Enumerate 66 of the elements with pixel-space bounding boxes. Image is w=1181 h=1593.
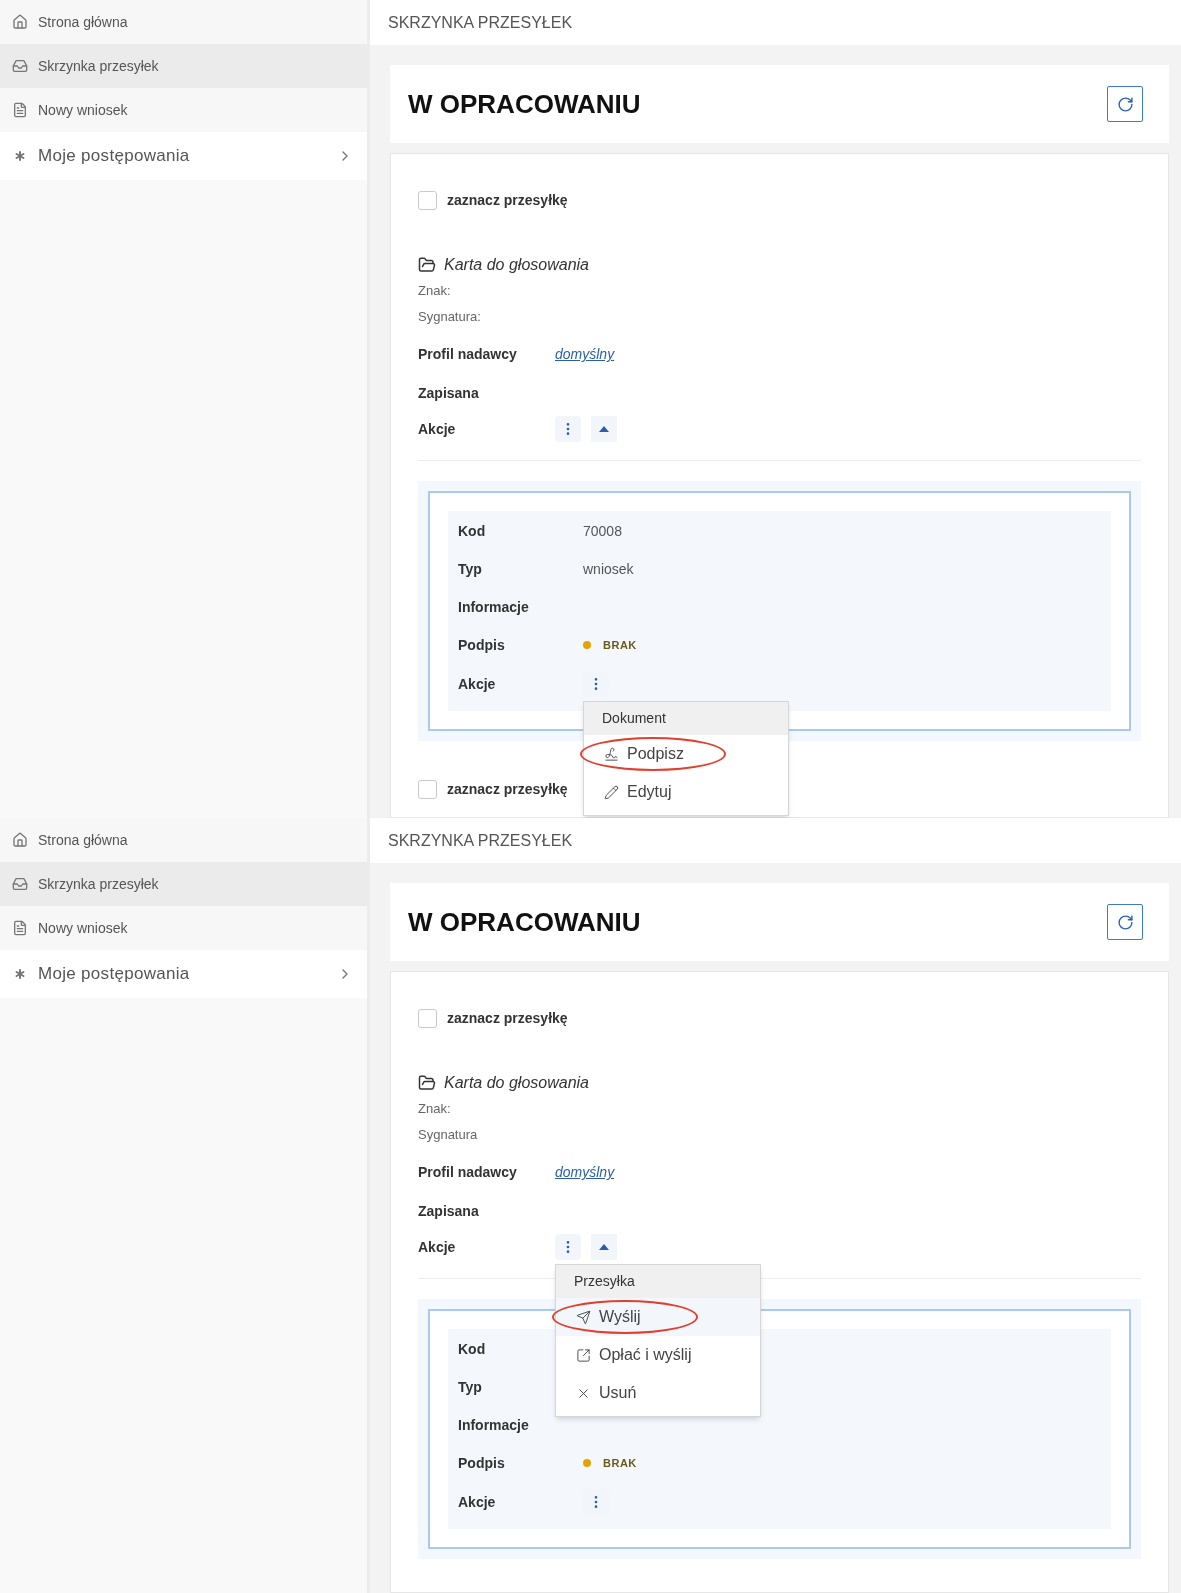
sidebar-item[interactable]: Moje postępowania [0, 950, 367, 998]
caret-up-icon [599, 426, 609, 432]
menu-header: Przesyłka [556, 1265, 760, 1298]
home-icon [12, 832, 28, 848]
profile-link[interactable]: domyślny [555, 344, 615, 365]
menu-item[interactable]: Edytuj [584, 773, 788, 811]
field-label: Profil nadawcy [418, 345, 518, 364]
detail-value: wniosek [583, 559, 634, 579]
status-text: Zapisana [418, 1202, 480, 1221]
signature-icon [604, 746, 619, 762]
section-title: W OPRACOWANIU [408, 87, 641, 121]
detail-label: Kod [458, 521, 487, 541]
detail-label: Kod [458, 1339, 487, 1359]
document-icon [12, 102, 28, 118]
sign-label: Znak: [418, 282, 452, 300]
folder-icon [418, 256, 436, 274]
detail-label: Informacje [458, 597, 530, 617]
entry-title: Karta do głosowania [444, 255, 589, 275]
field-label: Akcje [418, 1237, 457, 1257]
sidebar-item[interactable]: Skrzynka przesyłek [0, 44, 367, 88]
more-button[interactable] [555, 1234, 581, 1260]
refresh-icon [1116, 913, 1134, 931]
menu-item[interactable]: Wyślij [556, 1298, 760, 1336]
sidebar-item[interactable]: Moje postępowania [0, 132, 367, 180]
checkbox[interactable] [418, 1009, 437, 1028]
detail-label: Typ [458, 1377, 483, 1397]
checkbox-label: zaznacz przesyłkę [447, 780, 568, 799]
refresh-icon [1116, 95, 1134, 113]
detail-value: 70008 [583, 521, 622, 541]
sidebar-item[interactable]: Skrzynka przesyłek [0, 862, 367, 906]
detail-label: Podpis [458, 635, 506, 655]
signature-label: Sygnatura [418, 1125, 479, 1144]
detail-label: Typ [458, 559, 483, 579]
profile-link[interactable]: domyślny [555, 1162, 615, 1183]
signature-label: Sygnatura: [418, 307, 482, 326]
inbox-icon [12, 58, 28, 74]
detail-label: Informacje [458, 1415, 530, 1435]
section-title: W OPRACOWANIU [408, 905, 641, 939]
checkbox[interactable] [418, 780, 437, 799]
status-label: BRAK [603, 1455, 637, 1471]
collapse-button[interactable] [591, 1234, 617, 1260]
sign-label: Znak: [418, 1100, 452, 1118]
checkbox[interactable] [418, 191, 437, 210]
caret-up-icon [599, 1244, 609, 1250]
entry-title: Karta do głosowania [444, 1073, 589, 1093]
field-label: Profil nadawcy [418, 1163, 518, 1182]
status-text: Zapisana [418, 384, 480, 403]
checkbox-label: zaznacz przesyłkę [447, 1009, 568, 1028]
field-label: Akcje [418, 419, 457, 439]
detail-label: Akcje [458, 674, 497, 694]
send-icon [576, 1309, 591, 1325]
detail-label: Podpis [458, 1453, 506, 1473]
pencil-icon [604, 784, 619, 800]
refresh-button[interactable] [1107, 86, 1143, 122]
menu-header: Dokument [584, 702, 788, 735]
detail-label: Akcje [458, 1492, 497, 1512]
menu-item[interactable]: Podpisz [584, 735, 788, 773]
refresh-button[interactable] [1107, 904, 1143, 940]
document-icon [12, 920, 28, 936]
collapse-button[interactable] [591, 416, 617, 442]
inbox-icon [12, 876, 28, 892]
folder-icon [418, 1074, 436, 1092]
more-button[interactable] [555, 416, 581, 442]
home-icon [12, 14, 28, 30]
checkbox-label: zaznacz przesyłkę [447, 191, 568, 210]
status-label: BRAK [603, 637, 637, 653]
